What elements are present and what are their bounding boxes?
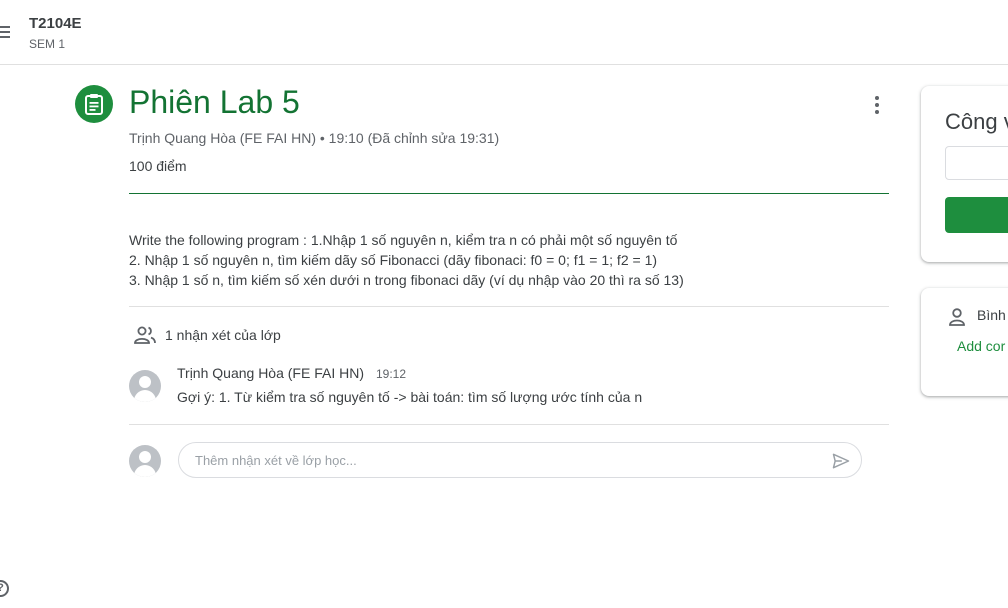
title-divider [129, 193, 889, 194]
help-icon[interactable]: ? [0, 580, 9, 597]
comment-input[interactable] [193, 452, 817, 469]
description-line: Write the following program : 1.Nhập 1 s… [129, 232, 678, 248]
add-private-comment-link[interactable]: Add cor [957, 338, 1005, 354]
class-section: SEM 1 [29, 37, 66, 51]
class-comments-toggle[interactable]: 1 nhận xét của lớp [133, 325, 281, 345]
assignment-title: Phiên Lab 5 [129, 84, 300, 120]
private-comments-label: Bình [977, 307, 1006, 323]
description-line: 2. Nhập 1 số nguyên n, tìm kiếm dãy số F… [129, 252, 658, 268]
private-comments-card: Bình Add cor [921, 288, 1008, 396]
your-work-title: Công v [945, 109, 1008, 134]
description-line: 3. Nhập 1 số n, tìm kiếm số xén dưới n t… [129, 272, 684, 288]
comment-text: Gợi ý: 1. Từ kiểm tra số nguyên tố -> bà… [177, 389, 643, 405]
comment-time: 19:12 [376, 367, 407, 381]
divider [129, 306, 889, 307]
top-bar: T2104E SEM 1 [0, 0, 1008, 65]
assignment-points: 100 điểm [129, 158, 187, 174]
comment-author: Trịnh Quang Hòa (FE FAI HN) [177, 365, 364, 381]
more-vert-icon[interactable] [868, 94, 886, 116]
avatar-icon [129, 370, 161, 402]
assignment-description: Write the following program : 1.Nhập 1 s… [129, 230, 684, 290]
mark-as-done-button[interactable] [945, 197, 1008, 233]
divider [129, 424, 889, 425]
comment-input-box[interactable] [178, 442, 862, 478]
assignment-meta: Trịnh Quang Hòa (FE FAI HN) • 19:10 (Đã … [129, 130, 500, 146]
class-comments-count: 1 nhận xét của lớp [165, 327, 281, 343]
your-work-card: Công v [921, 86, 1008, 262]
avatar-icon [129, 445, 161, 477]
send-icon[interactable] [831, 451, 851, 471]
class-name[interactable]: T2104E [29, 15, 82, 32]
person-icon [949, 308, 965, 326]
menu-icon[interactable] [0, 24, 10, 40]
people-icon [134, 326, 156, 344]
add-or-create-dropdown[interactable] [945, 146, 1008, 180]
assignment-icon [75, 85, 113, 123]
